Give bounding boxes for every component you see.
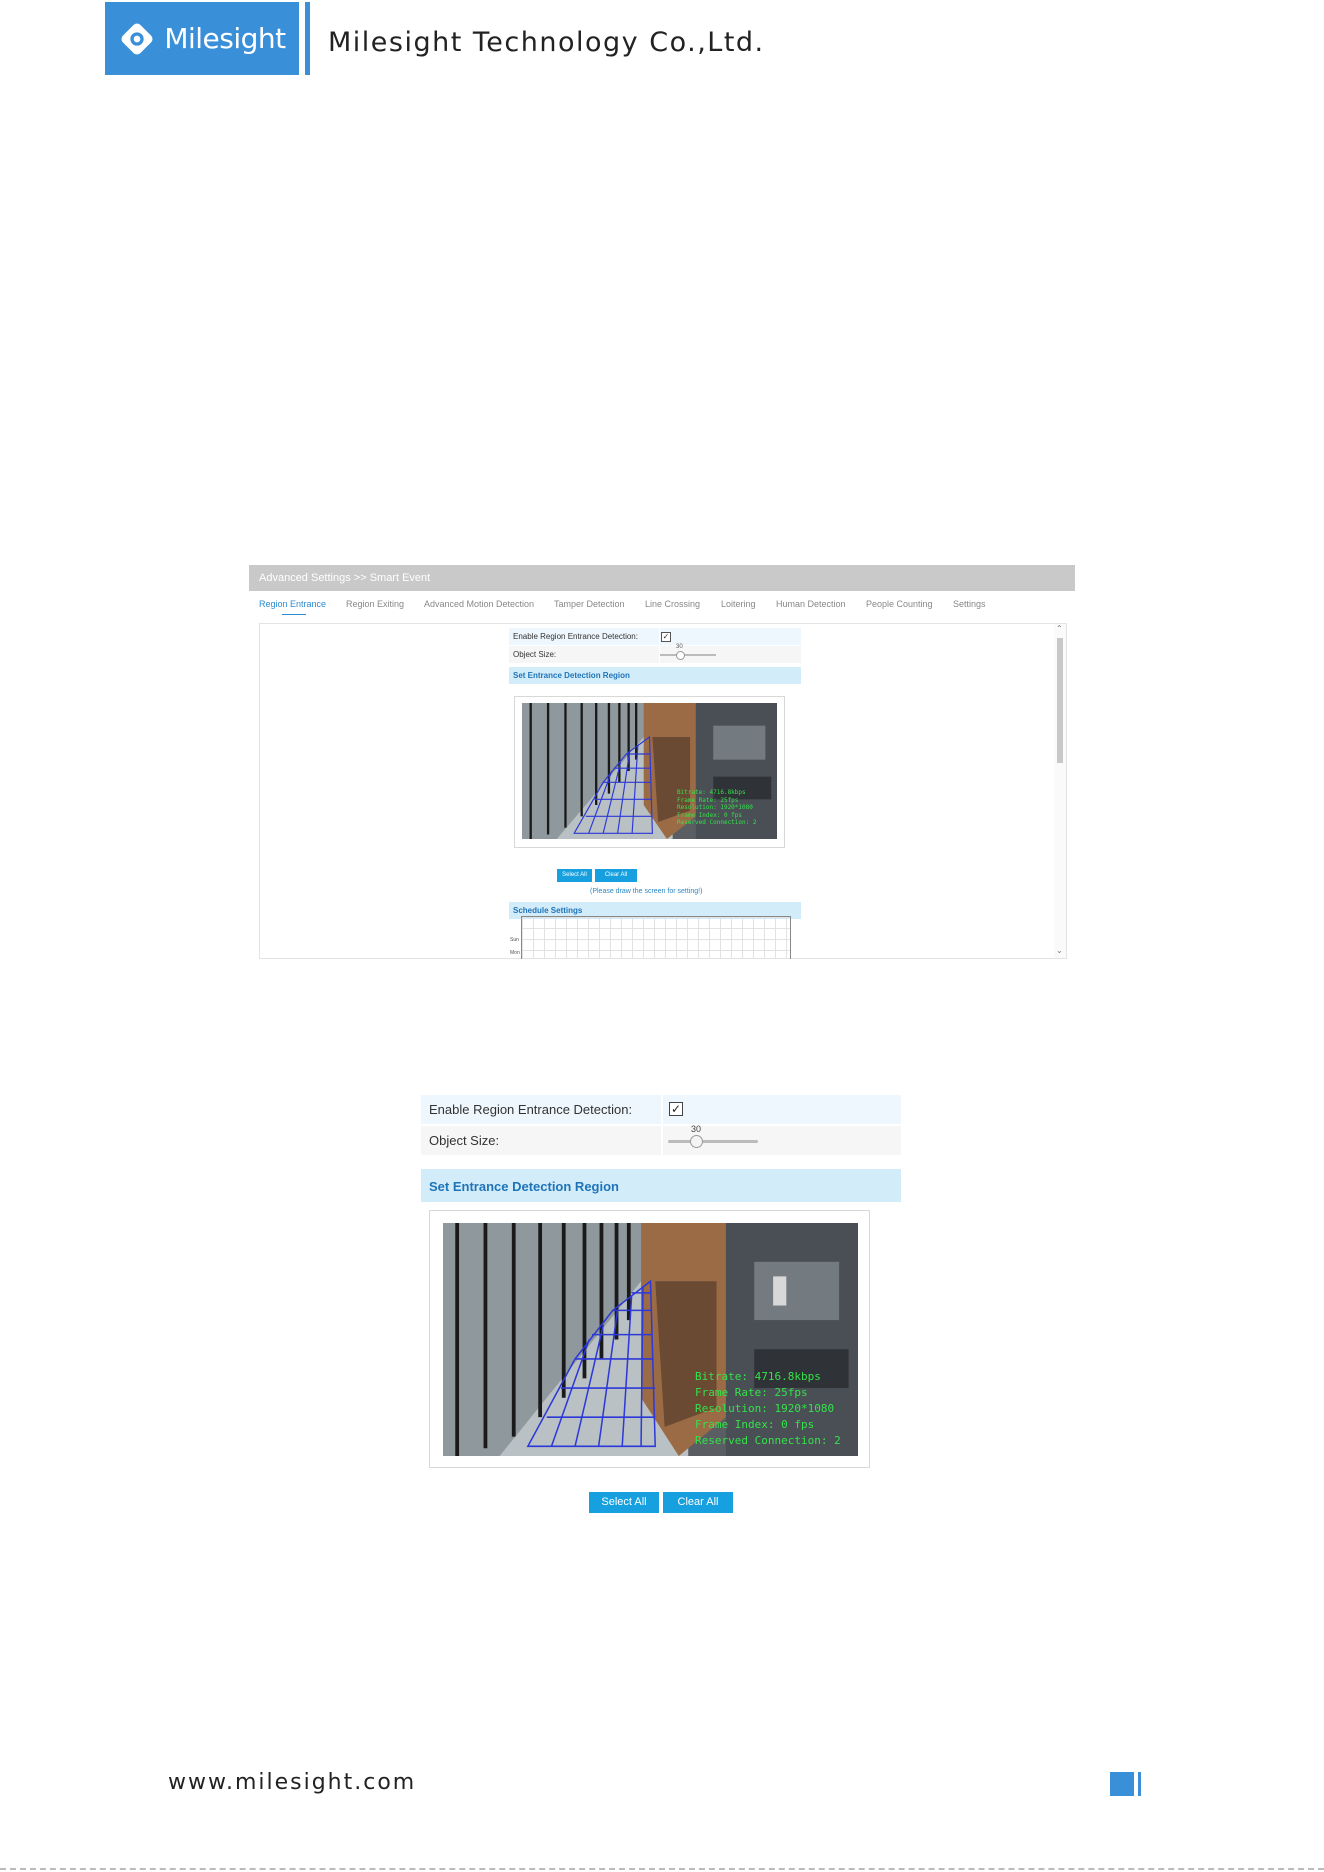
tab-settings[interactable]: Settings [953,599,986,609]
scrollbar-thumb[interactable] [1057,638,1063,763]
select-all-button[interactable]: Select All [557,869,592,882]
object-size-row: Object Size: 30 [421,1124,901,1155]
osd-line: Resolution: 1920*1080 [677,804,753,811]
region-section-title: Set Entrance Detection Region [513,671,630,680]
tab-people-counting[interactable]: People Counting [866,599,933,609]
page-marker [1110,1772,1134,1796]
header-divider [305,2,310,75]
schedule-day-label: Mon [510,950,520,956]
tab-advanced-motion-detection[interactable]: Advanced Motion Detection [424,599,534,609]
osd-line: Bitrate: 4716.8kbps [677,789,746,796]
osd-line: Reserved Connection: 2 [677,819,757,826]
region-canvas-frame: Bitrate: 4716.8kbps Frame Rate: 25fps Re… [429,1210,870,1468]
camera-preview[interactable]: Bitrate: 4716.8kbps Frame Rate: 25fps Re… [443,1223,858,1456]
enable-detection-label: Enable Region Entrance Detection: [429,1102,633,1117]
schedule-day-label: Sun [510,937,519,943]
page-title-bar: Advanced Settings >> Smart Event [249,565,1075,591]
page-marker-line [1138,1772,1141,1796]
osd-line: Bitrate: 4716.8kbps [695,1370,821,1383]
footer-website-link[interactable]: www.milesight.com [168,1770,416,1795]
camera-osd: Bitrate: 4716.8kbps Frame Rate: 25fps Re… [695,1369,841,1449]
schedule-section-title: Schedule Settings [513,906,583,915]
tab-region-exiting[interactable]: Region Exiting [346,599,404,609]
object-size-value: 30 [676,644,683,650]
camera-osd-small: Bitrate: 4716.8kbps Frame Rate: 25fps Re… [677,789,756,827]
smart-event-tabs: Region Entrance Region Exiting Advanced … [249,599,1075,615]
object-size-label: Object Size: [513,650,557,659]
scroll-up-icon[interactable]: ⌃ [1056,624,1063,633]
select-all-button[interactable]: Select All [589,1492,659,1513]
settings-panel: Enable Region Entrance Detection: ✓ Obje… [259,623,1067,959]
camera-preview-small[interactable]: Bitrate: 4716.8kbps Frame Rate: 25fps Re… [522,703,777,839]
region-entrance-detail-screenshot: Enable Region Entrance Detection: ✓ Obje… [421,1095,901,1515]
row-divider [661,1095,663,1124]
region-section-header: Set Entrance Detection Region [421,1169,901,1202]
vertical-scrollbar[interactable]: ⌃ ⌄ [1054,624,1066,958]
osd-line: Frame Rate: 25fps [677,796,739,804]
tab-tamper-detection[interactable]: Tamper Detection [554,599,625,609]
smart-event-screenshot: Advanced Settings >> Smart Event Region … [249,565,1075,960]
tab-human-detection[interactable]: Human Detection [776,599,846,609]
object-size-label: Object Size: [429,1133,500,1148]
row-divider [661,1126,663,1155]
object-size-slider-handle[interactable] [676,651,685,660]
enable-detection-label: Enable Region Entrance Detection: [513,632,638,641]
region-canvas-frame: Bitrate: 4716.8kbps Frame Rate: 25fps Re… [514,696,785,848]
clear-all-button[interactable]: Clear All [663,1492,733,1513]
page-bottom-border [0,1868,1324,1870]
company-name: Milesight Technology Co.,Ltd. [328,27,765,58]
tab-region-entrance[interactable]: Region Entrance [259,599,326,609]
schedule-grid[interactable] [521,916,791,959]
breadcrumb: Advanced Settings >> Smart Event [259,572,431,584]
row-divider [659,628,660,645]
active-tab-indicator [282,614,306,615]
enable-detection-checkbox[interactable]: ✓ [661,632,671,642]
object-size-slider[interactable] [668,1140,758,1143]
osd-line: Frame Index: 0 fps [677,811,743,819]
osd-line: Frame Index: 0 fps [695,1418,815,1431]
enable-detection-row: Enable Region Entrance Detection: ✓ [509,628,801,645]
osd-line: Resolution: 1920*1080 [695,1402,835,1415]
logo-text: Milesight [164,22,286,55]
object-size-value: 30 [691,1124,702,1134]
clear-all-button[interactable]: Clear All [595,869,637,882]
tab-loitering[interactable]: Loitering [721,599,756,609]
enable-detection-row: Enable Region Entrance Detection: ✓ [421,1095,901,1124]
osd-line: Reserved Connection: 2 [695,1434,841,1447]
enable-detection-checkbox[interactable]: ✓ [669,1102,683,1116]
object-size-slider[interactable] [660,654,716,656]
osd-line: Frame Rate: 25fps [695,1386,808,1399]
region-section-title: Set Entrance Detection Region [429,1179,619,1194]
region-section-header: Set Entrance Detection Region [509,667,801,684]
draw-hint: (Please draw the screen for setting!) [590,888,703,895]
milesight-logo: Milesight [105,2,299,75]
milesight-logo-icon [121,23,153,54]
object-size-slider-handle[interactable] [690,1135,703,1148]
tab-line-crossing[interactable]: Line Crossing [645,599,700,609]
object-size-row: Object Size: 30 [509,644,801,663]
scroll-down-icon[interactable]: ⌄ [1056,946,1063,955]
